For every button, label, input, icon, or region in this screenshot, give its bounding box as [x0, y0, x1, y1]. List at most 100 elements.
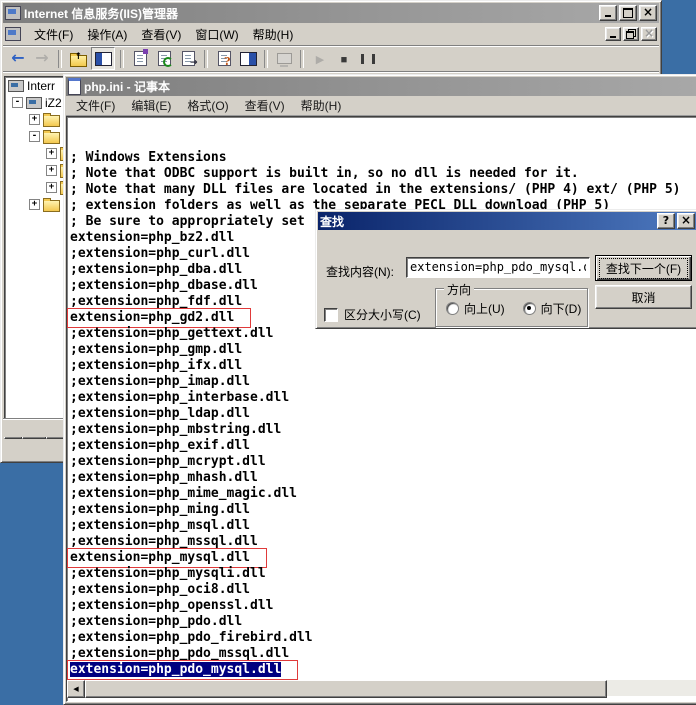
menu-item[interactable]: 窗口(W): [188, 24, 245, 45]
close-icon[interactable]: [641, 27, 657, 41]
direction-up-radio[interactable]: [446, 302, 459, 315]
line-wrap: ; Note that ODBC support is built in, so…: [70, 166, 579, 182]
menu-item[interactable]: 帮助(H): [246, 24, 301, 45]
tree-item[interactable]: +: [5, 179, 63, 196]
tree-item[interactable]: Interr: [5, 77, 63, 94]
toolbar-separator: [58, 49, 62, 68]
text-line: ;extension=php_pdo_firebird.dll: [70, 630, 696, 646]
tree-item[interactable]: +: [5, 162, 63, 179]
notepad-title-bar[interactable]: php.ini - 记事本: [66, 77, 696, 96]
direction-down-radio[interactable]: [522, 302, 536, 315]
tree-expander-icon[interactable]: -: [12, 97, 23, 108]
folder-icon: [43, 129, 60, 144]
line-text: ;extension=php_curl.dll: [70, 246, 251, 261]
iis-title-buttons: [599, 5, 657, 21]
iis-menu-items: 文件(F) 操作(A) 查看(V) 窗口(W) 帮助(H): [27, 24, 300, 45]
text-line: ;extension=php_gmp.dll: [70, 342, 696, 358]
minimize-icon[interactable]: [605, 27, 621, 41]
line-text: ;extension=php_pdo.dll: [70, 614, 243, 629]
line-text: ;extension=php_gettext.dll: [70, 326, 274, 341]
line-text: ;extension=php_gmp.dll: [70, 342, 243, 357]
line-wrap: ;extension=php_curl.dll: [70, 246, 250, 262]
scrollbar-thumb[interactable]: [85, 680, 607, 698]
find-title-buttons: [657, 213, 695, 229]
menu-item[interactable]: 查看(V): [237, 95, 293, 116]
toolbar-separator: [264, 49, 268, 68]
menu-item[interactable]: 查看(V): [134, 24, 188, 45]
detail-pane-icon-button[interactable]: [237, 48, 259, 69]
pause-icon-button[interactable]: [357, 48, 379, 69]
direction-group: 方向 向上(U) 向下(D): [435, 281, 588, 327]
menu-item[interactable]: 文件(F): [68, 95, 123, 116]
start-icon-button[interactable]: [309, 48, 331, 69]
line-wrap: ;extension=php_exif.dll: [70, 438, 250, 454]
menu-item[interactable]: 编辑(E): [123, 95, 179, 116]
tree-item[interactable]: +: [5, 111, 63, 128]
line-text: ;extension=php_ldap.dll: [70, 406, 251, 421]
minimize-icon[interactable]: [599, 5, 617, 21]
tree-expander-icon[interactable]: +: [29, 199, 40, 210]
tree-expander-icon[interactable]: -: [29, 131, 40, 142]
detail-pane-icon: [239, 51, 257, 66]
maximize-icon: [623, 8, 633, 18]
menu-item[interactable]: 格式(O): [179, 95, 236, 116]
restore-icon[interactable]: [623, 27, 639, 41]
find-what-input[interactable]: [406, 257, 590, 278]
text-line: ;extension=php_mcrypt.dll: [70, 454, 696, 470]
iis-title-bar[interactable]: Internet 信息服务(IIS)管理器: [3, 3, 659, 23]
tree-item[interactable]: +: [5, 196, 63, 213]
computer-connect-icon-button[interactable]: [273, 48, 295, 69]
iis-console-tree[interactable]: Interr - iZ2 + - + + + +: [4, 76, 64, 422]
line-text: ; Windows Extensions: [70, 150, 227, 165]
scrollbar-track[interactable]: [607, 680, 696, 696]
up-folder-icon-button[interactable]: [67, 48, 89, 69]
notepad-horizontal-scrollbar[interactable]: ◀: [67, 680, 696, 698]
scroll-left-icon[interactable]: ◀: [67, 680, 85, 698]
show-tree-icon-button[interactable]: [91, 47, 115, 70]
tree-item[interactable]: - iZ2: [5, 94, 63, 111]
stop-icon-button[interactable]: [333, 48, 355, 69]
find-dialog-title-bar[interactable]: 查找: [318, 212, 696, 230]
close-icon[interactable]: [677, 213, 695, 229]
match-case-checkbox[interactable]: [324, 307, 338, 322]
menu-item[interactable]: 文件(F): [27, 24, 80, 45]
tree-item[interactable]: +: [5, 145, 63, 162]
find-what-label: 查找内容(N):: [326, 265, 394, 279]
forward-icon-button[interactable]: [31, 48, 53, 69]
tree-expander-icon[interactable]: +: [46, 165, 57, 176]
line-wrap: ;extension=php_gettext.dll: [70, 326, 274, 342]
help-question-icon[interactable]: [657, 213, 675, 229]
menu-item[interactable]: 帮助(H): [293, 95, 350, 116]
line-text: ;extension=php_mime_magic.dll: [70, 486, 297, 501]
export-list-icon-button[interactable]: [177, 48, 199, 69]
folder-icon: [43, 112, 60, 127]
find-next-label: 查找下一个(F): [598, 257, 689, 279]
forward-icon: [35, 50, 48, 68]
menu-item[interactable]: 操作(A): [80, 24, 134, 45]
match-case-row: 区分大小写(C): [324, 306, 421, 323]
tree-expander-icon[interactable]: +: [29, 114, 40, 125]
line-wrap: ;extension=php_ifx.dll: [70, 358, 242, 374]
line-text: ;extension=php_imap.dll: [70, 374, 251, 389]
help-icon-button[interactable]: [213, 48, 235, 69]
tree-expander-icon[interactable]: +: [46, 182, 57, 193]
maximize-icon[interactable]: [619, 5, 637, 21]
up-folder-icon: [69, 52, 87, 67]
line-text: ;extension=php_pdo_firebird.dll: [70, 630, 313, 645]
text-line: ;extension=php_ifx.dll: [70, 358, 696, 374]
tree-expander-icon[interactable]: +: [46, 148, 57, 159]
refresh-icon-button[interactable]: [153, 48, 175, 69]
back-icon-button[interactable]: [7, 48, 29, 69]
line-text: ;extension=php_mssql.dll: [70, 534, 258, 549]
find-next-button[interactable]: 查找下一个(F): [595, 255, 692, 281]
properties-icon-button[interactable]: [129, 48, 151, 69]
text-line: ;extension=php_mime_magic.dll: [70, 486, 696, 502]
notepad-edit-area[interactable]: ; Windows Extensions; Note that ODBC sup…: [66, 116, 696, 702]
cancel-button[interactable]: 取消: [595, 285, 692, 309]
line-text: ;extension=php_dbase.dll: [70, 278, 258, 293]
close-icon[interactable]: [639, 5, 657, 21]
find-dialog-body: 查找内容(N): 查找下一个(F) 取消 方向 向上(U) 向下(D) 区分大小…: [318, 230, 696, 344]
tree-item[interactable]: -: [5, 128, 63, 145]
line-wrap: ;extension=php_mhash.dll: [70, 470, 258, 486]
direction-up-label: 向上(U): [464, 302, 505, 316]
